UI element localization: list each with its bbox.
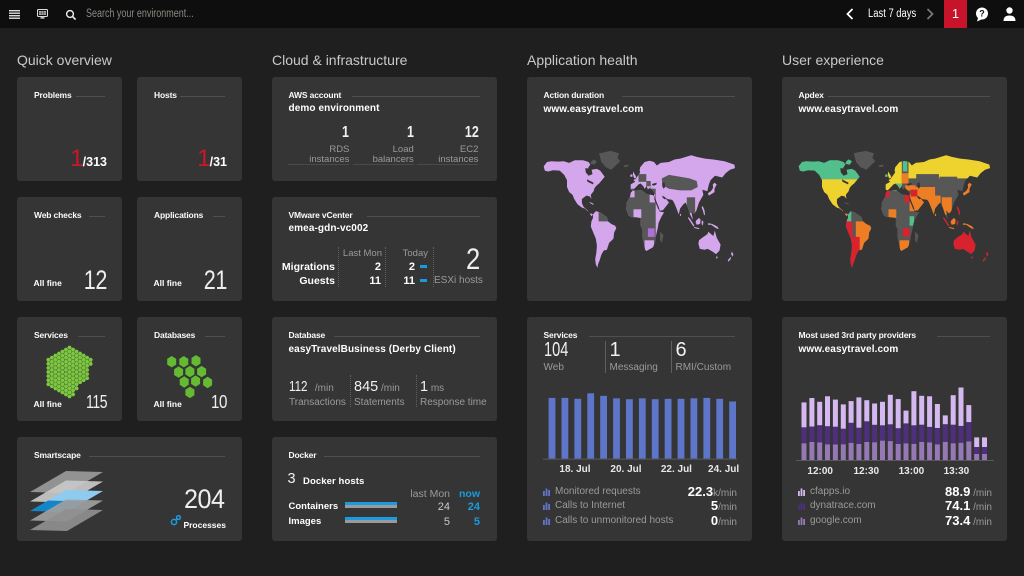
- svg-text:12:00: 12:00: [807, 466, 833, 477]
- svg-text:?: ?: [979, 9, 985, 19]
- svg-text:20. Jul: 20. Jul: [610, 464, 641, 475]
- svg-text:13:30: 13:30: [944, 466, 970, 477]
- svg-text:13:00: 13:00: [899, 466, 925, 477]
- svg-text:22. Jul: 22. Jul: [661, 464, 692, 475]
- svg-text:18. Jul: 18. Jul: [559, 464, 590, 475]
- svg-text:12:30: 12:30: [854, 466, 880, 477]
- svg-text:24. Jul: 24. Jul: [708, 464, 739, 475]
